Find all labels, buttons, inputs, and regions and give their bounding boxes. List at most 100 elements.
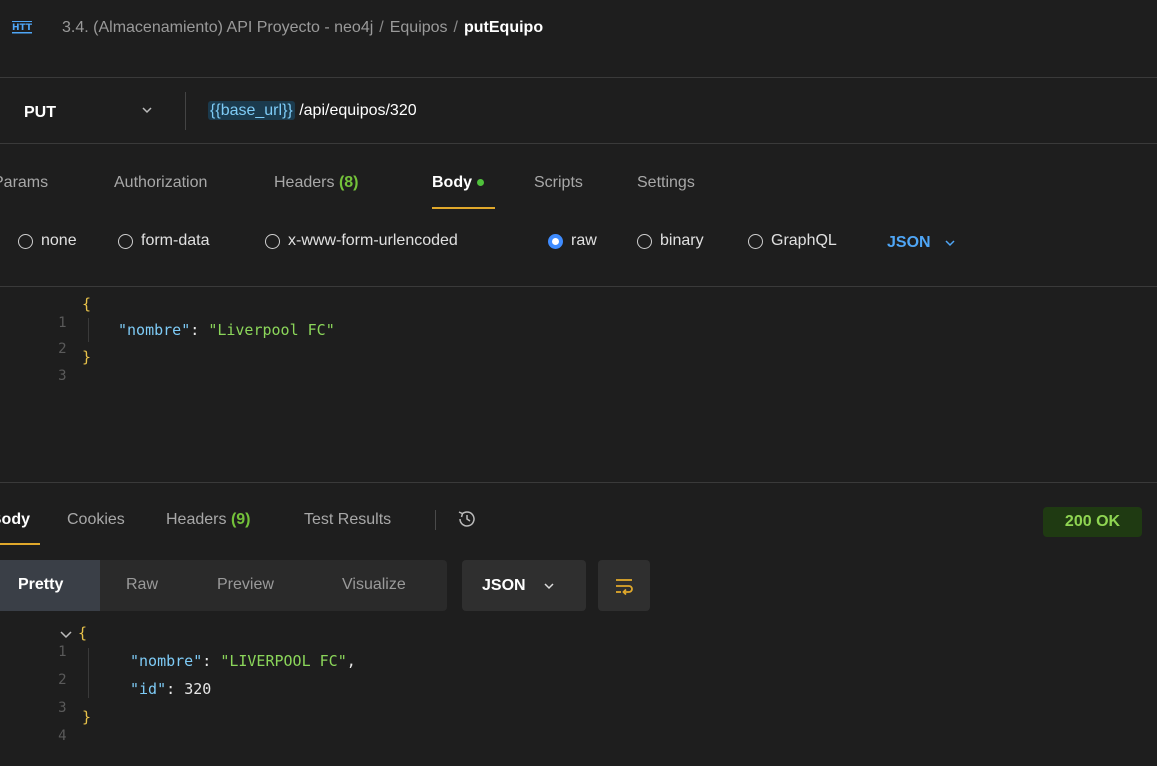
breadcrumb: 3.4. (Almacenamiento) API Proyecto - neo…	[62, 19, 543, 37]
radio-label: x-www-form-urlencoded	[288, 232, 458, 249]
format-select[interactable]: JSON	[462, 560, 586, 611]
tab-response-body[interactable]: Body	[0, 511, 40, 529]
tab-label: Headers	[274, 174, 335, 191]
headers-count: (9)	[230, 511, 251, 528]
tab-label: Params	[0, 174, 49, 191]
divider	[185, 92, 186, 130]
divider	[0, 77, 1157, 78]
radio-label: binary	[660, 232, 704, 249]
code-brace: {	[82, 295, 92, 313]
tab-body[interactable]: Body	[432, 174, 484, 192]
divider	[0, 482, 1157, 483]
chevron-down-icon	[544, 582, 554, 589]
breadcrumb-request[interactable]: putEquipo	[464, 19, 543, 36]
radio-button[interactable]	[637, 233, 652, 249]
tab-label: Scripts	[534, 174, 583, 191]
tab-label: Body	[432, 174, 472, 191]
json-key: "id"	[130, 680, 167, 698]
tab-label: Settings	[637, 174, 695, 191]
modified-dot-icon	[477, 179, 484, 187]
chevron-down-icon	[945, 240, 955, 247]
wrap-lines-button[interactable]	[598, 560, 650, 611]
history-icon[interactable]	[456, 508, 478, 530]
radio-button-selected[interactable]	[548, 233, 563, 249]
json-string: "LIVERPOOL FC"	[220, 652, 347, 670]
svg-text:HTTP: HTTP	[12, 23, 32, 33]
format-label: JSON	[482, 576, 526, 594]
title-bar	[0, 0, 1157, 78]
divider	[435, 510, 436, 530]
json-colon: :	[190, 321, 209, 339]
method-selector[interactable]: PUT	[24, 104, 56, 122]
radio-label: raw	[571, 232, 597, 249]
view-mode-raw[interactable]: Raw	[126, 576, 158, 594]
breadcrumb-separator: /	[379, 19, 384, 36]
json-colon: :	[166, 680, 185, 698]
code-text: "nombre": "Liverpool FC"	[118, 321, 335, 339]
radio-graphql[interactable]: GraphQL	[748, 232, 837, 250]
radio-none[interactable]: none	[18, 232, 77, 250]
radio-urlencoded[interactable]: x-www-form-urlencoded	[265, 232, 458, 250]
status-badge: 200 OK	[1043, 507, 1142, 537]
url-input[interactable]: {{base_url}} /api/equipos/320	[208, 101, 417, 120]
request-body-editor[interactable]	[0, 287, 1157, 482]
wrap-lines-icon	[616, 578, 633, 595]
line-number: 3	[58, 368, 67, 384]
radio-button[interactable]	[748, 233, 763, 249]
json-comma: ,	[346, 652, 356, 670]
indent-guide	[88, 318, 89, 342]
tab-label: Authorization	[114, 174, 208, 191]
radio-label: none	[41, 232, 77, 249]
tab-scripts[interactable]: Scripts	[534, 174, 583, 192]
json-key: "nombre"	[118, 321, 191, 339]
json-colon: :	[202, 652, 221, 670]
tab-cookies[interactable]: Cookies	[67, 511, 125, 529]
tab-settings[interactable]: Settings	[637, 174, 695, 192]
code-brace: }	[82, 348, 92, 366]
view-mode-preview[interactable]: Preview	[217, 576, 274, 594]
radio-label: GraphQL	[771, 232, 837, 249]
http-icon: HTTP	[12, 21, 32, 34]
language-select[interactable]: JSON	[887, 234, 957, 252]
tab-label: Body	[0, 511, 30, 528]
view-mode-label: Pretty	[18, 576, 64, 593]
tab-params[interactable]: Params	[0, 174, 48, 192]
chevron-down-icon[interactable]	[140, 103, 154, 117]
code-brace: }	[82, 708, 92, 726]
breadcrumb-folder[interactable]: Equipos	[390, 19, 448, 36]
tab-test-results[interactable]: Test Results	[304, 511, 391, 529]
tab-label: Headers	[166, 511, 227, 528]
radio-raw[interactable]: raw	[548, 232, 597, 250]
tab-authorization[interactable]: Authorization	[114, 174, 207, 192]
breadcrumb-collection[interactable]: 3.4. (Almacenamiento) API Proyecto - neo…	[62, 19, 373, 36]
tab-response-headers[interactable]: Headers (9)	[166, 511, 251, 529]
code-text: "nombre": "LIVERPOOL FC",	[130, 652, 356, 670]
json-key: "nombre"	[130, 652, 203, 670]
active-tab-indicator	[432, 207, 495, 209]
view-mode-visualize[interactable]: Visualize	[342, 576, 406, 594]
language-label: JSON	[887, 234, 931, 251]
radio-button[interactable]	[18, 233, 33, 249]
tab-headers[interactable]: Headers (8)	[274, 174, 359, 192]
active-tab-indicator	[0, 543, 40, 545]
radio-button[interactable]	[265, 233, 280, 249]
url-path: /api/equipos/320	[294, 102, 417, 119]
radio-button[interactable]	[118, 233, 133, 249]
json-string: "Liverpool FC"	[208, 321, 335, 339]
code-line: 3	[40, 348, 67, 384]
radio-label: form-data	[141, 232, 210, 249]
tab-label: Test Results	[304, 511, 392, 528]
code-line: 4	[40, 708, 67, 744]
radio-form-data[interactable]: form-data	[118, 232, 209, 250]
json-number: 320	[184, 680, 212, 698]
url-variable: {{base_url}}	[208, 101, 295, 120]
radio-binary[interactable]: binary	[637, 232, 704, 250]
headers-count: (8)	[338, 174, 359, 191]
indent-guide	[88, 648, 89, 698]
code-text: "id": 320	[130, 680, 211, 698]
chevron-down-icon[interactable]	[59, 627, 73, 641]
code-brace: {	[78, 624, 88, 642]
line-number: 4	[58, 728, 67, 744]
divider	[0, 143, 1157, 144]
tab-label: Cookies	[67, 511, 125, 528]
